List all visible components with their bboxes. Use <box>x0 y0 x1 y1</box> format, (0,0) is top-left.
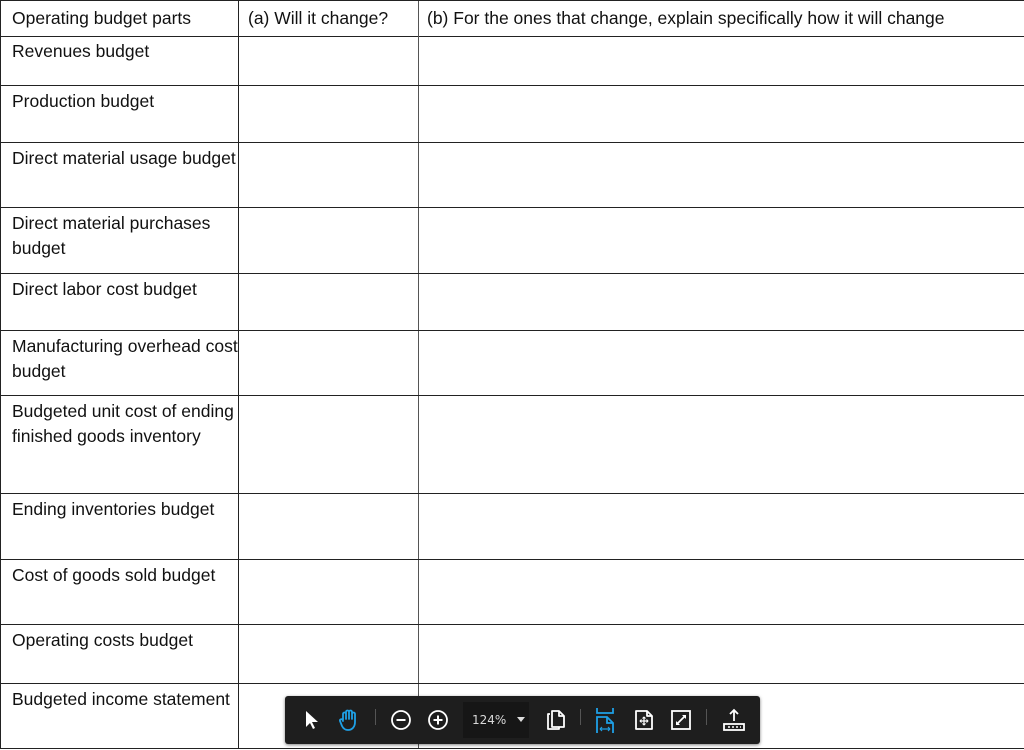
explanation-cell[interactable] <box>419 625 1024 683</box>
will-change-cell[interactable] <box>239 143 419 207</box>
will-change-cell[interactable] <box>239 208 419 273</box>
fit-page-icon <box>635 710 653 730</box>
page-view-button[interactable] <box>542 706 570 734</box>
table-row: Direct labor cost budget <box>0 274 1024 331</box>
explanation-cell[interactable] <box>419 86 1024 142</box>
will-change-cell[interactable] <box>239 36 419 85</box>
budget-part-cell: Cost of goods sold budget <box>0 560 239 624</box>
header-explain-change: (b) For the ones that change, explain sp… <box>427 8 945 28</box>
budget-part-cell: Budgeted unit cost of ending finished go… <box>0 396 239 493</box>
zoom-out-button[interactable] <box>387 706 415 734</box>
zoom-level-value: 124% <box>472 713 507 727</box>
hand-icon <box>339 709 356 731</box>
budget-part-cell: Ending inventories budget <box>0 494 239 559</box>
header-operating-budget-parts: Operating budget parts <box>0 1 239 36</box>
explanation-cell[interactable] <box>419 331 1024 395</box>
budget-part-cell: Operating costs budget <box>0 625 239 683</box>
explanation-cell[interactable] <box>419 396 1024 493</box>
budget-part-cell: Direct labor cost budget <box>0 274 239 330</box>
select-tool-button[interactable] <box>298 706 326 734</box>
table-header-row: Operating budget parts (a) Will it chang… <box>0 0 1024 37</box>
explanation-cell[interactable] <box>419 274 1024 330</box>
zoom-in-button[interactable] <box>424 706 452 734</box>
budget-part-cell: Budgeted income statement <box>0 684 239 748</box>
budget-part-cell: Manufacturing overhead cost budget <box>0 331 239 395</box>
explanation-cell[interactable] <box>419 36 1024 85</box>
upload-icon <box>723 708 745 731</box>
export-button[interactable] <box>720 706 748 734</box>
caret-down-icon <box>517 717 525 722</box>
table-row: Ending inventories budget <box>0 494 1024 560</box>
will-change-cell[interactable] <box>239 274 419 330</box>
table-row: Direct material usage budget <box>0 143 1024 208</box>
will-change-cell[interactable] <box>239 625 419 683</box>
table-row: Cost of goods sold budget <box>0 560 1024 625</box>
explanation-cell[interactable] <box>419 560 1024 624</box>
table-row: Revenues budget <box>0 36 1024 86</box>
expand-icon <box>671 710 691 730</box>
pointer-arrow-icon <box>306 711 318 729</box>
will-change-cell[interactable] <box>239 86 419 142</box>
budget-part-cell: Direct material usage budget <box>0 143 239 207</box>
zoom-level-dropdown[interactable]: 124% <box>463 702 529 738</box>
fit-page-button[interactable] <box>630 706 658 734</box>
table-row: Manufacturing overhead cost budget <box>0 331 1024 396</box>
pdf-viewer-toolbar: 124% <box>285 696 760 744</box>
will-change-cell[interactable] <box>239 494 419 559</box>
budget-part-cell: Production budget <box>0 86 239 142</box>
explanation-cell[interactable] <box>419 494 1024 559</box>
budget-part-cell: Direct material purchases budget <box>0 208 239 273</box>
fullscreen-button[interactable] <box>667 706 695 734</box>
will-change-cell[interactable] <box>239 331 419 395</box>
explanation-cell[interactable] <box>419 208 1024 273</box>
explanation-cell[interactable] <box>419 143 1024 207</box>
toolbar-separator <box>375 709 376 725</box>
budget-part-cell: Revenues budget <box>0 36 239 85</box>
toolbar-separator <box>580 709 581 725</box>
table-row: Direct material purchases budget <box>0 208 1024 274</box>
hand-tool-button[interactable] <box>335 706 363 734</box>
will-change-cell[interactable] <box>239 560 419 624</box>
copy-pages-icon <box>547 710 565 730</box>
will-change-cell[interactable] <box>239 396 419 493</box>
table-row: Production budget <box>0 86 1024 143</box>
toolbar-separator <box>706 709 707 725</box>
fit-width-button[interactable] <box>591 706 619 734</box>
zoom-out-icon <box>391 710 411 730</box>
fit-width-icon <box>596 708 614 733</box>
table-row: Operating costs budget <box>0 625 1024 684</box>
table-row: Budgeted unit cost of ending finished go… <box>0 396 1024 494</box>
zoom-in-icon <box>428 710 448 730</box>
header-will-it-change: (a) Will it change? <box>239 1 419 36</box>
